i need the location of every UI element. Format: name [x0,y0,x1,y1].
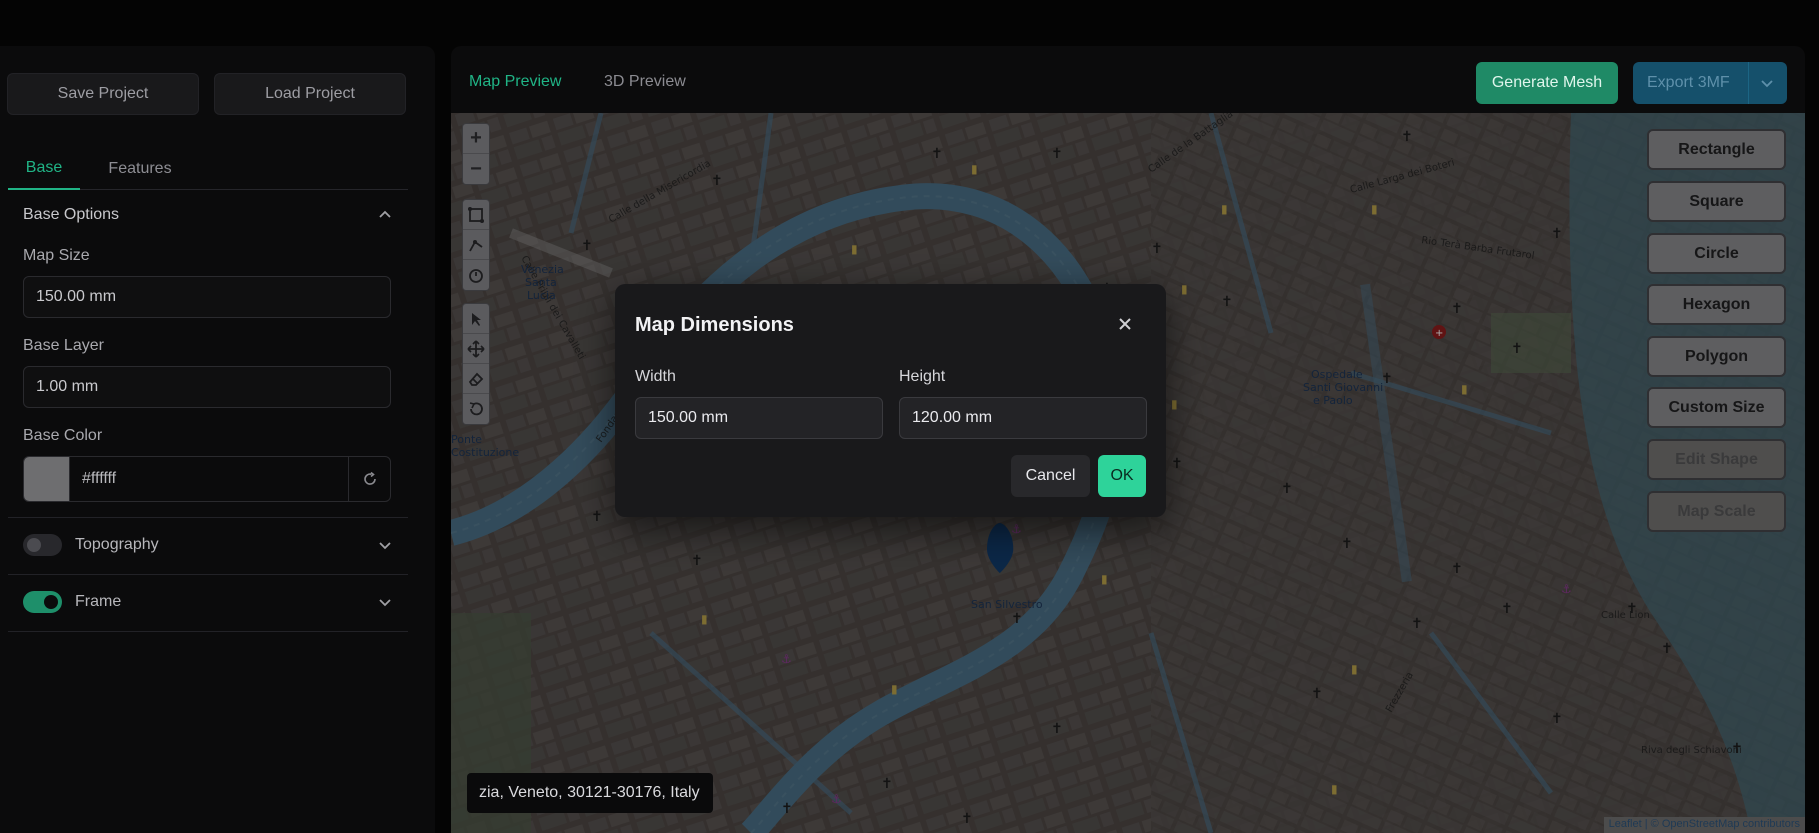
width-label: Width [635,368,676,385]
export-label: Export 3MF [1647,74,1730,91]
base-layer-input[interactable]: 1.00 mm [23,366,391,408]
divider [8,517,408,518]
edit-shape-button[interactable]: Edit Shape [1647,439,1786,480]
square-button[interactable]: Square [1647,181,1786,222]
topography-toggle[interactable] [23,534,62,556]
base-color-hex-input[interactable]: #ffffff [70,457,348,501]
base-options-header[interactable]: Base Options [23,206,393,224]
sidebar-tabs: Base Features [8,148,408,190]
map-attribution: Leaflet | © OpenStreetMap contributors [1603,817,1805,833]
tab-map-preview[interactable]: Map Preview [469,73,561,91]
divider [8,631,408,632]
topography-row: Topography [23,534,393,556]
height-label: Height [899,368,946,385]
topography-label: Topography [75,536,159,553]
generate-mesh-button[interactable]: Generate Mesh [1476,62,1618,104]
edit-toolbar [462,303,490,425]
divider [8,574,408,575]
frame-toggle[interactable] [23,591,62,613]
chevron-up-icon [379,210,391,218]
zoom-control: + − [462,123,490,185]
dialog-title: Map Dimensions [635,314,794,336]
base-layer-label: Base Layer [23,337,104,354]
base-options-title: Base Options [23,206,120,223]
polygon-button[interactable]: Polygon [1647,336,1786,377]
address-display: zia, Veneto, 30121-30176, Italy [467,773,713,813]
chevron-down-icon[interactable] [1759,75,1775,91]
frame-row: Frame [23,591,393,613]
attribution-separator: | © [1641,818,1662,830]
refresh-icon [363,471,376,485]
reset-color-button[interactable] [348,457,390,501]
tab-features[interactable]: Features [96,148,184,190]
base-color-picker: #ffffff [23,456,391,502]
undo-icon[interactable] [463,394,489,424]
draw-circle-icon[interactable] [463,260,489,290]
circle-button[interactable]: Circle [1647,233,1786,274]
custom-size-button[interactable]: Custom Size [1647,387,1786,428]
rectangle-button[interactable]: Rectangle [1647,129,1786,170]
zoom-out-button[interactable]: − [463,154,489,184]
sidebar: Save Project Load Project Base Features … [0,46,435,833]
close-icon[interactable] [1115,314,1135,334]
zoom-in-button[interactable]: + [463,124,489,154]
chevron-down-icon[interactable] [377,537,393,553]
map-size-input[interactable]: 150.00 mm [23,276,391,318]
height-input[interactable]: 120.00 mm [899,397,1147,439]
edit-vertices-icon[interactable] [463,304,489,334]
draw-toolbar [462,199,490,291]
map-dimensions-dialog: Map Dimensions Width 150.00 mm Height 12… [615,284,1166,517]
chevron-down-icon[interactable] [377,594,393,610]
map-scale-button[interactable]: Map Scale [1647,491,1786,532]
export-3mf-button[interactable]: Export 3MF [1633,62,1787,104]
frame-label: Frame [75,593,122,610]
leaflet-link[interactable]: Leaflet [1609,818,1642,830]
draw-polyline-icon[interactable] [463,230,489,260]
map-size-label: Map Size [23,247,90,264]
draw-rectangle-icon[interactable] [463,200,489,230]
hexagon-button[interactable]: Hexagon [1647,284,1786,325]
move-icon[interactable] [463,334,489,364]
base-color-label: Base Color [23,427,103,444]
width-input[interactable]: 150.00 mm [635,397,883,439]
osm-link[interactable]: OpenStreetMap contributors [1662,818,1800,830]
cancel-button[interactable]: Cancel [1011,455,1090,497]
eraser-icon[interactable] [463,364,489,394]
tab-3d-preview[interactable]: 3D Preview [604,73,686,91]
ok-button[interactable]: OK [1098,455,1146,497]
load-project-button[interactable]: Load Project [214,73,406,115]
tab-base[interactable]: Base [8,148,80,190]
color-swatch[interactable] [24,457,70,501]
save-project-button[interactable]: Save Project [7,73,199,115]
